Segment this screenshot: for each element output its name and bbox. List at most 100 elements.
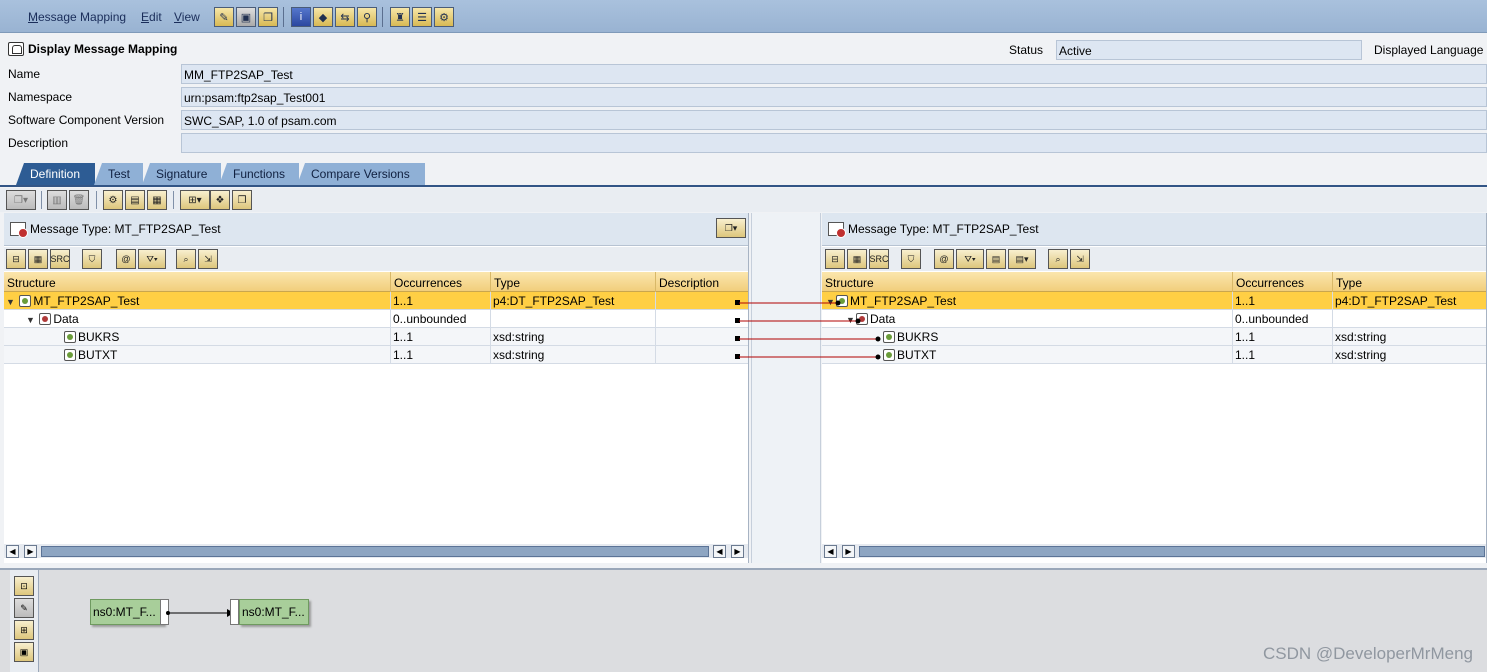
document-icon[interactable]: ▤	[125, 190, 145, 210]
status-field: Active	[1056, 40, 1362, 60]
source-horizontal-scrollbar[interactable]: ◀ ▶ ◀ ▶	[4, 544, 748, 558]
binoculars-icon[interactable]: ⌕	[176, 249, 196, 269]
dependency-icon[interactable]: ⊞▾	[180, 190, 210, 210]
hierarchy-icon[interactable]: ⊞	[14, 620, 34, 640]
copy-icon[interactable]: ❐	[258, 7, 278, 27]
overview-icon[interactable]: ⊡	[14, 576, 34, 596]
table-icon[interactable]: ▦	[147, 190, 167, 210]
table-row[interactable]: ▼ MT_FTP2SAP_Test 1..1 p4:DT_FTP2SAP_Tes…	[4, 292, 748, 310]
source-port[interactable]	[735, 300, 740, 305]
filter-icon[interactable]: ⛉	[82, 249, 102, 269]
source-overview-node[interactable]: ns0:MT_F...	[90, 599, 164, 625]
layout-dropdown-icon[interactable]: ❐▾	[716, 218, 746, 238]
filter-dropdown-icon[interactable]: ⛛▾	[956, 249, 984, 269]
pencil-icon[interactable]: ✎	[14, 598, 34, 618]
export-icon[interactable]: ⇲	[1070, 249, 1090, 269]
src-icon[interactable]: SRC	[869, 249, 889, 269]
expand-icon[interactable]: ▼	[6, 297, 16, 307]
tab-definition[interactable]: Definition	[16, 163, 95, 185]
table-row[interactable]: BUTXT 1..1 xsd:string	[4, 346, 748, 364]
grid-icon[interactable]: ▦	[847, 249, 867, 269]
where-used-icon[interactable]: ⚲	[357, 7, 377, 27]
structure-icon[interactable]: ❖	[210, 190, 230, 210]
source-port[interactable]	[735, 354, 740, 359]
type-cell: p4:DT_FTP2SAP_Test	[1335, 294, 1457, 308]
col-structure[interactable]: Structure	[4, 272, 391, 292]
source-pane-header: Message Type: MT_FTP2SAP_Test ❐▾	[4, 213, 748, 246]
menu-bar: Message Mapping Edit View ✎ ▣ ❐ i ◆ ⇆ ⚲ …	[0, 0, 1487, 33]
toolbar-divider	[96, 191, 97, 209]
col-occurrences[interactable]: Occurrences	[1233, 272, 1333, 292]
tab-functions[interactable]: Functions	[219, 163, 299, 185]
col-occurrences[interactable]: Occurrences	[391, 272, 491, 292]
filter-icon[interactable]: ⛉	[901, 249, 921, 269]
edit-mode-icon[interactable]: ❐▾	[6, 190, 36, 210]
scroll-left-icon[interactable]: ◀	[713, 545, 726, 558]
column-icon[interactable]: ▥	[47, 190, 67, 210]
scroll-thumb[interactable]	[41, 546, 709, 557]
list-icon[interactable]: ☰	[412, 7, 432, 27]
col-type[interactable]: Type	[1333, 272, 1486, 292]
col-description[interactable]: Description	[656, 272, 748, 292]
src-icon[interactable]: SRC	[50, 249, 70, 269]
binoculars-icon[interactable]: ⌕	[1048, 249, 1068, 269]
hat-icon[interactable]: ♜	[390, 7, 410, 27]
message-type-icon	[10, 222, 28, 238]
toolbar-divider	[173, 191, 174, 209]
table-row[interactable]: ▼ MT_FTP2SAP_Test 1..1 p4:DT_FTP2SAP_Test	[822, 292, 1486, 310]
document-icon[interactable]: ▤	[986, 249, 1006, 269]
col-structure[interactable]: Structure	[822, 272, 1233, 292]
delete-icon[interactable]: 🗑	[69, 190, 89, 210]
info-icon[interactable]: i	[291, 7, 311, 27]
menu-view[interactable]: View	[174, 10, 200, 24]
namespace-label: Namespace	[8, 90, 73, 104]
grid-icon[interactable]: ▦	[28, 249, 48, 269]
tree-icon[interactable]: ⊟	[6, 249, 26, 269]
tab-compare-versions[interactable]: Compare Versions	[297, 163, 425, 185]
table-row[interactable]: BUTXT 1..1 xsd:string	[822, 346, 1486, 364]
expand-icon[interactable]: ▼	[826, 297, 836, 307]
element-node-icon	[19, 295, 32, 307]
table-row[interactable]: BUKRS 1..1 xsd:string	[4, 328, 748, 346]
source-port[interactable]	[735, 336, 740, 341]
tree-icon[interactable]: ⊟	[825, 249, 845, 269]
filter-dropdown-icon[interactable]: ⛛▾	[138, 249, 166, 269]
scroll-right-icon[interactable]: ▶	[842, 545, 855, 558]
settings-icon[interactable]: ⚙	[434, 7, 454, 27]
table-row[interactable]: ▼ Data 0..unbounded	[4, 310, 748, 328]
change-icon[interactable]: ✎	[214, 7, 234, 27]
structure-name: BUTXT	[78, 348, 118, 362]
clipboard-icon[interactable]: ▣	[14, 642, 34, 662]
tab-test[interactable]: Test	[94, 163, 143, 185]
occurrences-cell: 1..1	[391, 292, 491, 310]
scroll-thumb[interactable]	[859, 546, 1485, 557]
eraser-icon[interactable]: ◆	[313, 7, 333, 27]
scroll-left-icon[interactable]: ◀	[6, 545, 19, 558]
target-overview-node[interactable]: ns0:MT_F...	[239, 599, 309, 625]
save-icon[interactable]: ▣	[236, 7, 256, 27]
find-icon[interactable]: @	[934, 249, 954, 269]
element-node-icon	[883, 349, 895, 361]
scroll-right-icon[interactable]: ▶	[24, 545, 37, 558]
gear-icon[interactable]: ⚙	[103, 190, 123, 210]
source-port[interactable]	[735, 318, 740, 323]
document-dropdown-icon[interactable]: ▤▾	[1008, 249, 1036, 269]
copy-structure-icon[interactable]: ❐	[232, 190, 252, 210]
col-type[interactable]: Type	[491, 272, 656, 292]
table-row[interactable]: ▼ Data 0..unbounded	[822, 310, 1486, 328]
menu-message-mapping[interactable]: Message Mapping	[28, 10, 126, 24]
menu-edit[interactable]: Edit	[141, 10, 162, 24]
expand-icon[interactable]: ▼	[26, 315, 36, 325]
scroll-left-icon[interactable]: ◀	[824, 545, 837, 558]
find-icon[interactable]: @	[116, 249, 136, 269]
target-horizontal-scrollbar[interactable]: ◀ ▶	[822, 544, 1486, 558]
table-row[interactable]: BUKRS 1..1 xsd:string	[822, 328, 1486, 346]
scroll-right-icon[interactable]: ▶	[731, 545, 744, 558]
export-icon[interactable]: ⇲	[198, 249, 218, 269]
target-node-port[interactable]	[230, 599, 239, 625]
navigate-icon[interactable]: ⇆	[335, 7, 355, 27]
description-field[interactable]	[181, 133, 1487, 153]
source-pane-toolbar: ⊟ ▦ SRC ⛉ @ ⛛▾ ⌕ ⇲	[4, 247, 748, 271]
tab-signature[interactable]: Signature	[142, 163, 221, 185]
expand-icon[interactable]: ▼	[846, 315, 856, 325]
